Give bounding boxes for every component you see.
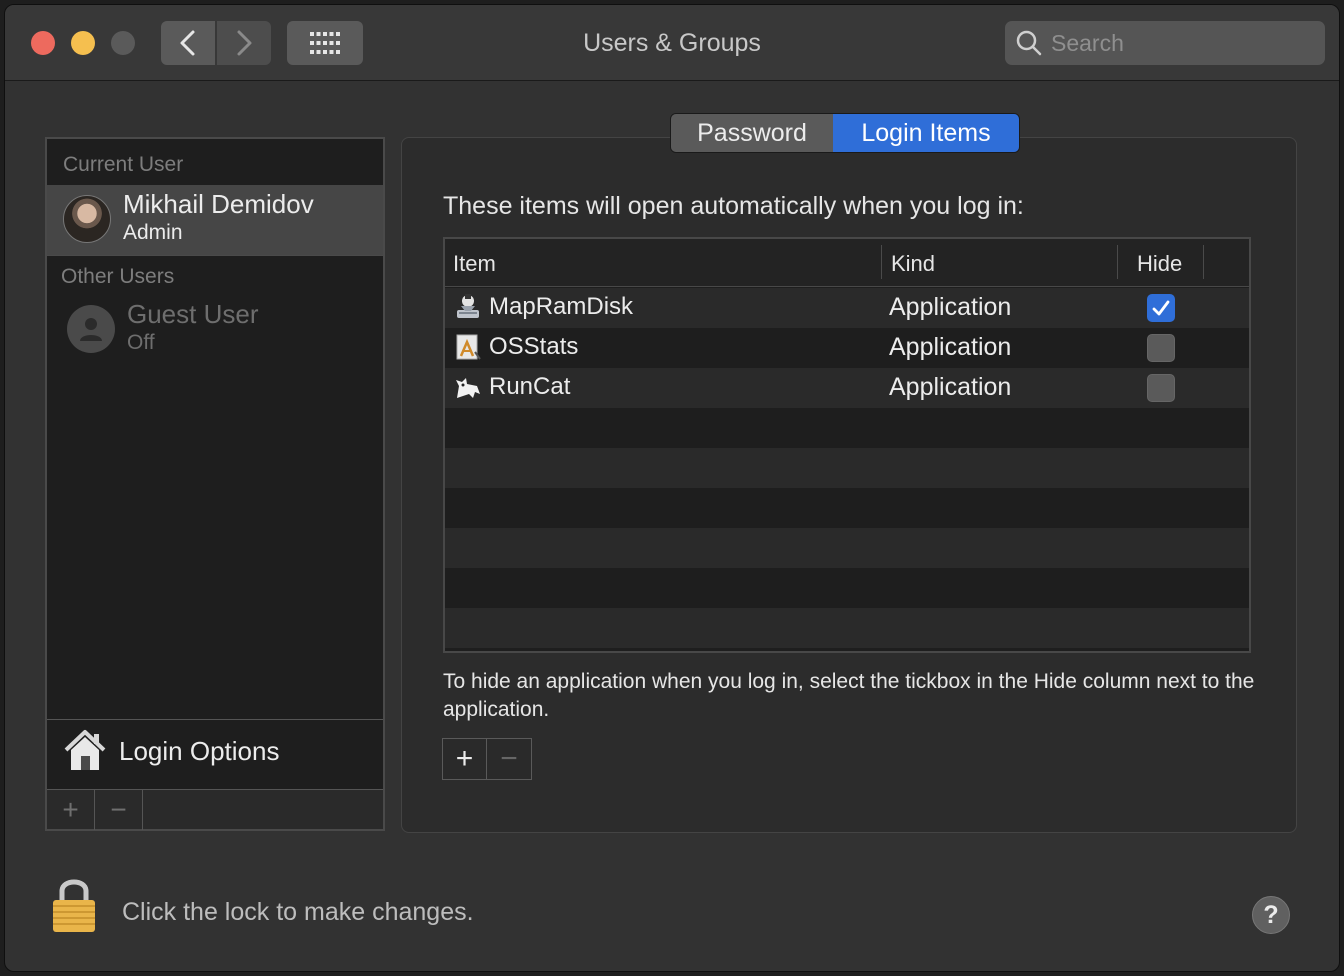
add-user-button[interactable]: +: [47, 790, 95, 830]
guest-user-icon: [67, 305, 115, 353]
table-row[interactable]: OSStats Application: [445, 328, 1249, 368]
hide-checkbox[interactable]: [1147, 374, 1175, 402]
column-divider: [1117, 245, 1118, 279]
avatar: [63, 195, 111, 243]
item-name: MapRamDisk: [489, 293, 634, 320]
lock-icon[interactable]: [50, 876, 98, 934]
empty-row: [445, 608, 1249, 648]
login-options-button[interactable]: Login Options: [47, 719, 383, 789]
divider: [47, 255, 383, 256]
current-user-row[interactable]: Mikhail Demidov Admin: [47, 185, 383, 255]
empty-row: [445, 408, 1249, 448]
login-items-toolbar: + −: [442, 738, 532, 780]
empty-row: [445, 488, 1249, 528]
column-item[interactable]: Item: [453, 251, 496, 277]
users-sidebar: Current User Mikhail Demidov Admin Other…: [45, 137, 385, 831]
hide-instructions: To hide an application when you log in, …: [443, 670, 1255, 721]
empty-row: [445, 568, 1249, 608]
remove-user-button[interactable]: −: [95, 790, 143, 830]
tab-bar: Password Login Items: [670, 113, 1020, 153]
column-kind[interactable]: Kind: [891, 251, 935, 277]
login-options-label: Login Options: [119, 736, 280, 766]
guest-user-name: Guest User: [127, 299, 259, 329]
empty-row: [445, 528, 1249, 568]
search-field[interactable]: [1005, 21, 1325, 65]
table-header: Item Kind Hide: [445, 239, 1249, 287]
other-users-label: Other Users: [61, 265, 175, 288]
user-role: Admin: [123, 221, 183, 244]
tab-login-items[interactable]: Login Items: [833, 114, 1019, 152]
help-button[interactable]: ?: [1252, 896, 1290, 934]
column-hide[interactable]: Hide: [1137, 251, 1182, 277]
current-user-label: Current User: [63, 153, 184, 176]
mapramdisk-icon: [457, 294, 479, 318]
item-name: OSStats: [489, 333, 579, 360]
table-row[interactable]: RunCat Application: [445, 368, 1249, 408]
tab-password[interactable]: Password: [671, 114, 833, 152]
column-divider: [881, 245, 882, 279]
login-items-table: Item Kind Hide MapRamDisk Application OS…: [443, 237, 1251, 653]
table-row[interactable]: MapRamDisk Application: [445, 288, 1249, 328]
item-kind: Application: [889, 293, 1012, 321]
sidebar-toolbar: + −: [47, 789, 383, 830]
empty-row: [445, 448, 1249, 488]
guest-user-status: Off: [127, 331, 155, 354]
runcat-icon: [456, 378, 480, 398]
titlebar: Users & Groups: [5, 5, 1339, 81]
item-kind: Application: [889, 333, 1012, 361]
lock-message: Click the lock to make changes.: [122, 898, 474, 926]
search-input[interactable]: [1051, 29, 1311, 57]
item-name: RunCat: [489, 373, 571, 400]
hide-checkbox[interactable]: [1147, 334, 1175, 362]
house-icon: [64, 730, 106, 770]
hide-checkbox[interactable]: [1147, 294, 1175, 322]
column-divider: [1203, 245, 1204, 279]
osstats-icon: [456, 334, 481, 360]
remove-login-item-button[interactable]: −: [487, 739, 531, 779]
add-login-item-button[interactable]: +: [443, 739, 487, 779]
search-icon: [1016, 30, 1042, 56]
checkmark-icon: [1152, 300, 1170, 316]
item-kind: Application: [889, 373, 1012, 401]
user-name: Mikhail Demidov: [123, 189, 314, 219]
intro-text: These items will open automatically when…: [443, 192, 1024, 220]
